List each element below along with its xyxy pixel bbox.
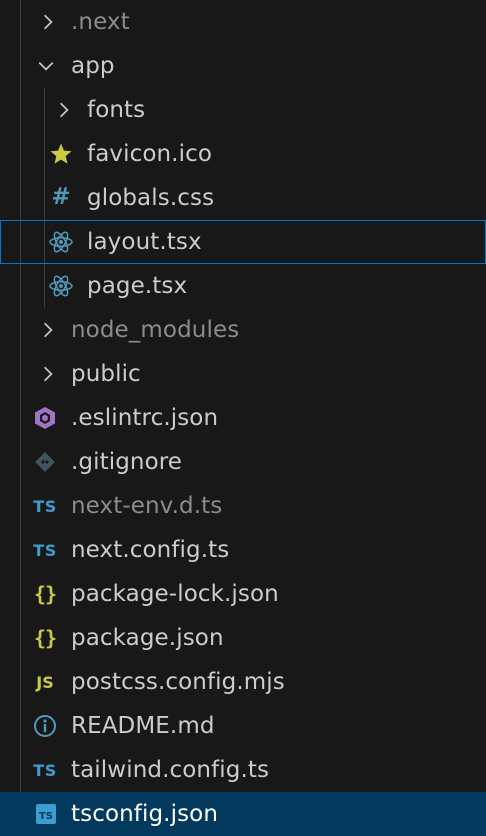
info-icon (32, 714, 58, 738)
star-icon (48, 142, 74, 166)
typescript-icon: TS (33, 496, 57, 516)
tree-item-label: public (71, 361, 141, 387)
chevron-right-icon[interactable] (55, 101, 73, 119)
chevron-right-icon[interactable] (39, 13, 57, 31)
tree-item-label: postcss.config.mjs (71, 669, 285, 695)
tree-item-package-lock[interactable]: {} package-lock.json (0, 572, 486, 616)
tree-item-label: package.json (71, 625, 224, 651)
tree-item-label: layout.tsx (87, 229, 202, 255)
tree-item-label: fonts (87, 97, 146, 123)
tree-item-eslintrc[interactable]: .eslintrc.json (0, 396, 486, 440)
tree-item-label: app (71, 53, 115, 79)
typescript-icon: TS (33, 540, 57, 560)
tree-item-favicon[interactable]: favicon.ico (0, 132, 486, 176)
tree-item-app[interactable]: app (0, 44, 486, 88)
tree-item-postcss-config[interactable]: JS postcss.config.mjs (0, 660, 486, 704)
tree-item-node-modules[interactable]: node_modules (0, 308, 486, 352)
tree-item-label: tailwind.config.ts (71, 757, 270, 783)
tree-item-label: page.tsx (87, 273, 188, 299)
tree-item-gitignore[interactable]: .gitignore (0, 440, 486, 484)
tree-item-globals-css[interactable]: # globals.css (0, 176, 486, 220)
tree-item-label: next-env.d.ts (71, 493, 223, 519)
json-icon: {} (33, 582, 57, 606)
tree-item-page-tsx[interactable]: page.tsx (0, 264, 486, 308)
chevron-right-icon[interactable] (39, 321, 57, 339)
tree-item-label: .gitignore (71, 449, 183, 475)
file-explorer-tree: .next app fonts favicon.ico # globals.cs… (0, 0, 486, 836)
tsconfig-icon: TS (33, 802, 59, 826)
tree-item-layout-tsx[interactable]: layout.tsx (0, 220, 486, 264)
tree-item-label: next.config.ts (71, 537, 230, 563)
tree-item-next[interactable]: .next (0, 0, 486, 44)
chevron-down-icon[interactable] (37, 57, 55, 75)
tree-item-tailwind-config[interactable]: TS tailwind.config.ts (0, 748, 486, 792)
typescript-icon: TS (33, 760, 57, 780)
tree-item-public[interactable]: public (0, 352, 486, 396)
hash-icon: # (51, 184, 71, 210)
tree-item-label: README.md (71, 713, 215, 739)
tree-item-label: favicon.ico (87, 141, 213, 167)
tree-item-label: tsconfig.json (71, 801, 219, 827)
react-icon (48, 230, 74, 254)
react-icon (48, 274, 74, 298)
tree-item-label: .next (71, 9, 130, 35)
svg-text:TS: TS (39, 811, 53, 822)
tree-item-label: node_modules (71, 317, 240, 343)
tree-item-package-json[interactable]: {} package.json (0, 616, 486, 660)
tree-item-fonts[interactable]: fonts (0, 88, 486, 132)
chevron-right-icon[interactable] (39, 365, 57, 383)
git-icon (32, 450, 58, 474)
tree-item-next-config[interactable]: TS next.config.ts (0, 528, 486, 572)
tree-item-label: globals.css (87, 185, 215, 211)
tree-item-label: .eslintrc.json (71, 405, 219, 431)
tree-item-tsconfig[interactable]: TS tsconfig.json (0, 792, 486, 836)
json-icon: {} (33, 626, 57, 650)
tree-item-next-env[interactable]: TS next-env.d.ts (0, 484, 486, 528)
tree-item-label: package-lock.json (71, 581, 279, 607)
eslint-icon (32, 406, 58, 430)
tree-item-readme[interactable]: README.md (0, 704, 486, 748)
javascript-icon: JS (36, 672, 54, 692)
